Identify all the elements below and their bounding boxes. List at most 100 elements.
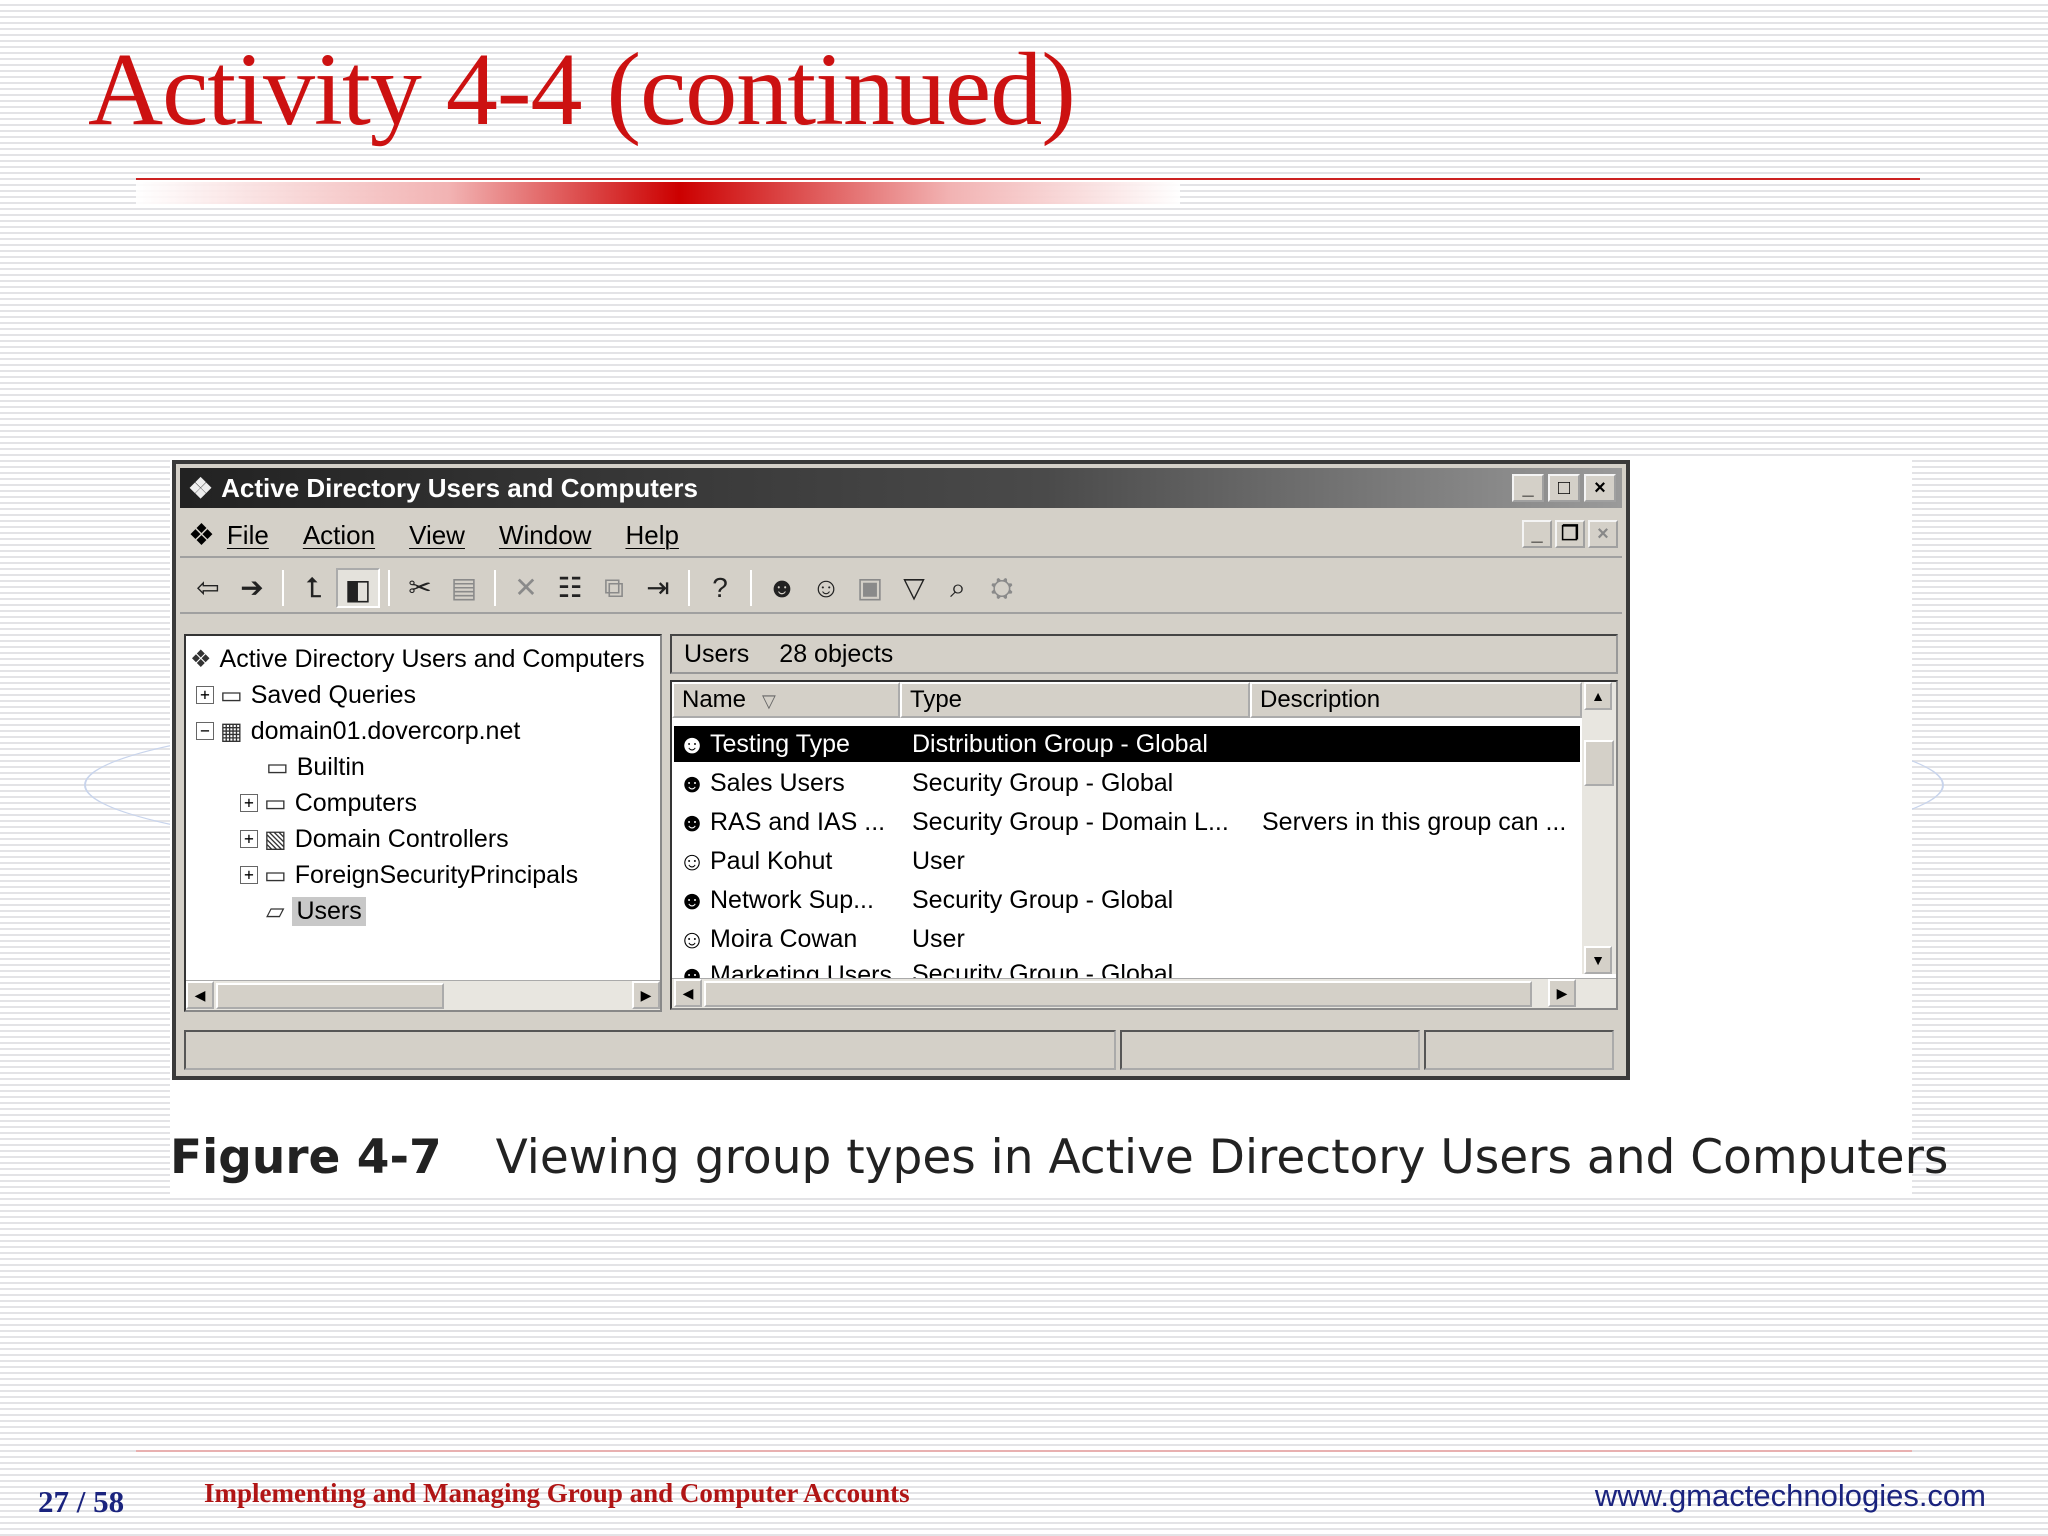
figure-caption-text: Viewing group types in Active Directory … [495,1130,1949,1185]
list-row[interactable]: ☻ Testing Type Distribution Group - Globa… [674,726,1580,762]
show-hide-tree-icon[interactable]: ◧ [336,568,380,608]
console-icon[interactable]: ❖ [188,518,215,553]
list-horizontal-scrollbar[interactable]: ◀ ▶ [672,978,1616,1008]
paste-icon[interactable]: ▤ [442,568,486,608]
scroll-left-icon[interactable]: ◀ [186,981,214,1009]
menu-view[interactable]: View [409,520,465,551]
footer-title: Implementing and Managing Group and Comp… [204,1478,910,1508]
close-button[interactable]: × [1584,474,1616,502]
user-icon: ☺ [678,923,706,954]
column-header-name[interactable]: Name ▽ [672,682,900,718]
console-tree: ❖ Active Directory Users and Computers +… [184,634,662,1012]
scroll-thumb[interactable] [1584,740,1614,786]
new-ou-icon[interactable]: ▣ [848,568,892,608]
list-vertical-scrollbar[interactable]: ▲ ▼ [1582,682,1616,974]
list-row[interactable]: ☺ Moira Cowan User [674,921,1580,957]
menu-file[interactable]: File [227,520,269,551]
tree-item-domain[interactable]: − ▦ domain01.dovercorp.net [196,714,520,748]
title-divider [136,178,1920,180]
window-titlebar[interactable]: ❖ Active Directory Users and Computers _… [180,468,1622,508]
mdi-minimize-button[interactable]: _ [1522,520,1552,548]
new-group-icon[interactable]: ☺ [804,568,848,608]
tree-item-computers[interactable]: + ▭ Computers [240,786,417,820]
find-icon[interactable]: ⌕ [936,568,980,608]
toolbar: ⇦ ➔ ⮤ ◧ ✂ ▤ ✕ ☷ ⧉ ⇥ ? ☻ ☺ ▣ ▽ ⌕ ⛭ [180,564,1622,614]
mdi-close-button[interactable]: × [1588,520,1618,548]
scroll-up-icon[interactable]: ▲ [1584,682,1612,710]
group-icon: ☻ [678,884,706,915]
status-bar [184,1030,1618,1070]
title-gradient-bar [136,182,1180,204]
figure-caption: Figure 4-7 Viewing group types in Active … [170,1130,1948,1185]
scroll-thumb[interactable] [216,983,444,1009]
delete-icon[interactable]: ✕ [504,568,548,608]
tree-item-builtin[interactable]: ▭ Builtin [266,750,365,784]
expand-icon[interactable]: + [240,794,258,812]
scroll-thumb[interactable] [704,981,1532,1007]
scroll-left-icon[interactable]: ◀ [674,979,702,1007]
scroll-right-icon[interactable]: ▶ [1548,979,1576,1007]
cut-icon[interactable]: ✂ [398,568,442,608]
export-list-icon[interactable]: ⇥ [636,568,680,608]
figure-number: Figure 4-7 [170,1130,442,1185]
expand-icon[interactable]: + [240,866,258,884]
folder-icon: ▭ [264,789,287,817]
filter-icon[interactable]: ▽ [892,568,936,608]
help-icon[interactable]: ? [698,568,742,608]
scroll-right-icon[interactable]: ▶ [632,981,660,1009]
back-arrow-icon[interactable]: ⇦ [186,568,230,608]
column-header-description[interactable]: Description [1250,682,1582,718]
page-number: 27 / 58 [38,1484,125,1519]
menu-window[interactable]: Window [499,520,591,551]
list-row[interactable]: ☺ Paul Kohut User [674,843,1580,879]
object-count: 28 objects [779,639,894,668]
tree-item-users[interactable]: ▱ Users [266,894,366,928]
tree-item-foreign-security-principals[interactable]: + ▭ ForeignSecurityPrincipals [240,858,578,892]
forward-arrow-icon[interactable]: ➔ [230,568,274,608]
status-cell [1120,1030,1420,1070]
menu-help[interactable]: Help [625,520,678,551]
scroll-down-icon[interactable]: ▼ [1584,946,1612,974]
group-icon: ☻ [678,728,706,759]
slide-title: Activity 4-4 (continued) [88,32,1076,147]
copy-icon[interactable]: ⧉ [592,568,636,608]
ad-users-computers-window: ❖ Active Directory Users and Computers _… [172,460,1630,1080]
ou-folder-icon: ▧ [264,825,287,853]
tree-item-domain-controllers[interactable]: + ▧ Domain Controllers [240,822,509,856]
user-icon: ☺ [678,845,706,876]
new-user-icon[interactable]: ☻ [760,568,804,608]
tree-horizontal-scrollbar[interactable]: ◀ ▶ [186,980,660,1010]
ad-tree-icon: ❖ [188,472,214,504]
collapse-icon[interactable]: − [196,722,214,740]
list-row[interactable]: ☻ Sales Users Security Group - Global [674,765,1580,801]
tree-item-saved-queries[interactable]: + ▭ Saved Queries [196,678,416,712]
up-level-icon[interactable]: ⮤ [292,568,336,608]
maximize-button[interactable]: □ [1548,474,1580,502]
mdi-restore-button[interactable]: ❐ [1555,520,1585,548]
details-pane: Users 28 objects Name ▽ Type Description … [670,634,1618,1012]
menu-action[interactable]: Action [303,520,375,551]
ad-tree-icon: ❖ [190,645,212,673]
window-title: Active Directory Users and Computers [221,472,698,503]
container-name: Users [684,639,750,668]
tree-item-root[interactable]: ❖ Active Directory Users and Computers [190,642,645,676]
footer-url[interactable]: www.gmactechnologies.com [1595,1478,1986,1514]
domain-icon: ▦ [220,717,243,745]
menu-bar: ❖ File Action View Window Help _ ❐ × [180,514,1622,558]
group-icon: ☻ [678,806,706,837]
minimize-button[interactable]: _ [1512,474,1544,502]
folder-icon: ▭ [220,681,243,709]
list-row[interactable]: ☻ RAS and IAS ... Security Group - Domain… [674,804,1580,840]
status-cell [184,1030,1116,1070]
status-cell [1424,1030,1614,1070]
list-row[interactable]: ☻ Network Sup... Security Group - Global [674,882,1580,918]
footer-divider [136,1450,1912,1452]
folder-icon: ▭ [266,753,289,781]
container-header: Users 28 objects [670,634,1618,674]
expand-icon[interactable]: + [196,686,214,704]
open-folder-icon: ▱ [266,897,285,925]
add-to-group-icon[interactable]: ⛭ [980,568,1024,608]
expand-icon[interactable]: + [240,830,258,848]
column-header-type[interactable]: Type [900,682,1250,718]
properties-icon[interactable]: ☷ [548,568,592,608]
